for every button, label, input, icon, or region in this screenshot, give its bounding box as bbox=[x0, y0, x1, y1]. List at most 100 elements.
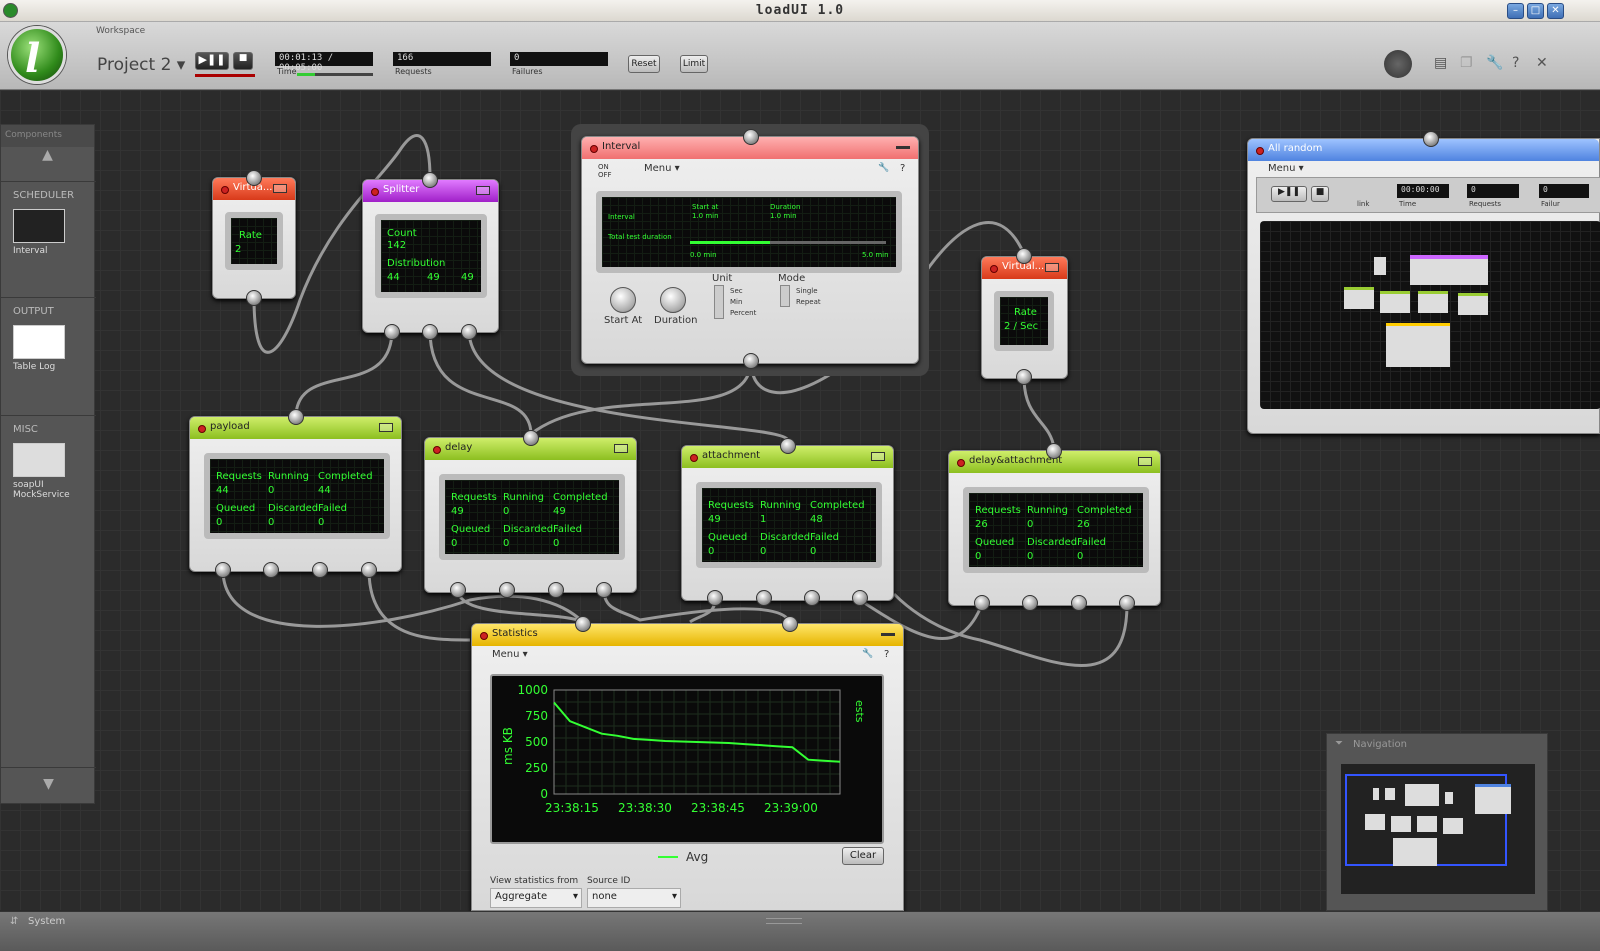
virtual-user-node-1[interactable]: Virtua... Rate 2 bbox=[212, 177, 296, 299]
output-port[interactable] bbox=[756, 590, 772, 606]
failed-value: 0 bbox=[810, 546, 817, 557]
interval-node[interactable]: Interval ON OFF Menu ▾ 🔧 ? Interval Start… bbox=[581, 136, 919, 364]
output-port[interactable] bbox=[461, 324, 477, 340]
stop-button[interactable]: ■ bbox=[233, 52, 253, 70]
statistics-menu[interactable]: Menu ▾ bbox=[492, 649, 528, 660]
scroll-up-icon[interactable]: ▲ bbox=[1, 147, 94, 163]
y-tick-label: 750 bbox=[525, 709, 548, 723]
all-random-menu[interactable]: Menu ▾ bbox=[1268, 163, 1304, 174]
interval-component[interactable] bbox=[13, 209, 65, 243]
output-port[interactable] bbox=[974, 595, 990, 611]
output-port[interactable] bbox=[246, 290, 262, 306]
splitter-node[interactable]: Splitter Count 142 Distribution 44 49 49 bbox=[362, 179, 499, 333]
input-port[interactable] bbox=[1016, 248, 1032, 264]
navigation-minimap[interactable] bbox=[1341, 764, 1535, 894]
input-port[interactable] bbox=[246, 170, 262, 186]
output-port[interactable] bbox=[1071, 595, 1087, 611]
completed-label: Completed bbox=[553, 492, 608, 503]
input-port[interactable] bbox=[523, 430, 539, 446]
input-port[interactable] bbox=[780, 438, 796, 454]
output-port[interactable] bbox=[312, 562, 328, 578]
source-id-select[interactable]: none ▾ bbox=[587, 888, 681, 908]
view-statistics-select[interactable]: Aggregate ▾ bbox=[490, 888, 582, 908]
rate-value: 2 bbox=[235, 244, 242, 255]
section-scheduler: SCHEDULER bbox=[13, 190, 75, 201]
runner-node-delay-attachment[interactable]: delay&attachment Requests Running Comple… bbox=[948, 450, 1161, 606]
output-port[interactable] bbox=[596, 582, 612, 598]
table-log-component[interactable] bbox=[13, 325, 65, 359]
close-project-icon[interactable]: ✕ bbox=[1536, 55, 1548, 71]
on-off-switch[interactable]: ON OFF bbox=[598, 163, 612, 179]
project-name-dropdown[interactable]: Project 2 ▾ bbox=[97, 55, 185, 75]
input-port[interactable] bbox=[743, 129, 759, 145]
workspace-link[interactable]: Workspace bbox=[96, 26, 145, 36]
play-pause-button[interactable]: ▶❚❚ bbox=[195, 52, 229, 70]
stop-button[interactable]: ■ bbox=[1311, 186, 1329, 202]
output-port[interactable] bbox=[852, 590, 868, 606]
components-header: Components bbox=[1, 125, 94, 147]
output-port[interactable] bbox=[450, 582, 466, 598]
output-port[interactable] bbox=[743, 353, 759, 369]
resize-handle[interactable] bbox=[766, 918, 802, 924]
output-port[interactable] bbox=[1022, 595, 1038, 611]
collapse-icon[interactable]: ⏷ bbox=[1335, 738, 1343, 749]
input-port[interactable] bbox=[422, 172, 438, 188]
output-port[interactable] bbox=[384, 324, 400, 340]
system-toggle-icon[interactable]: ⇵ bbox=[10, 916, 18, 927]
distribution-2: 49 bbox=[427, 272, 440, 283]
interval-menu[interactable]: Menu ▾ bbox=[644, 163, 680, 174]
chat-icon[interactable]: ▤ bbox=[1434, 55, 1447, 71]
virtual-user-node-2[interactable]: Virtual... Rate 2 / Sec bbox=[981, 256, 1068, 379]
mode-switch[interactable] bbox=[780, 285, 790, 307]
output-port[interactable] bbox=[1016, 369, 1032, 385]
help-icon[interactable]: ? bbox=[1512, 55, 1519, 71]
output-port[interactable] bbox=[548, 582, 564, 598]
discarded-value: 0 bbox=[760, 546, 767, 557]
input-port[interactable] bbox=[288, 409, 304, 425]
maximize-icon[interactable]: □ bbox=[1527, 3, 1544, 19]
limit-button[interactable]: Limit bbox=[680, 55, 708, 73]
unit-switch[interactable] bbox=[714, 285, 724, 319]
help-icon[interactable]: ? bbox=[900, 163, 905, 174]
node-header[interactable]: Statistics bbox=[472, 624, 903, 646]
help-icon[interactable]: ? bbox=[884, 649, 889, 660]
start-at-knob[interactable] bbox=[610, 287, 636, 313]
close-icon[interactable]: ✕ bbox=[1547, 3, 1564, 19]
run-indicator bbox=[195, 74, 255, 77]
input-port[interactable] bbox=[1046, 443, 1062, 459]
wrench-icon[interactable]: 🔧 bbox=[1486, 55, 1503, 71]
output-port[interactable] bbox=[499, 582, 515, 598]
output-port[interactable] bbox=[215, 562, 231, 578]
input-port[interactable] bbox=[575, 616, 591, 632]
output-port[interactable] bbox=[707, 590, 723, 606]
input-port[interactable] bbox=[1423, 131, 1439, 147]
runner-node-delay[interactable]: delay Requests Running Completed 49 0 49… bbox=[424, 437, 637, 593]
output-port[interactable] bbox=[1119, 595, 1135, 611]
output-port[interactable] bbox=[804, 590, 820, 606]
output-port[interactable] bbox=[422, 324, 438, 340]
node-title: attachment bbox=[702, 450, 761, 461]
failures-display: 0 bbox=[1539, 184, 1589, 198]
wrench-icon[interactable]: 🔧 bbox=[878, 163, 889, 173]
reset-button[interactable]: Reset bbox=[628, 55, 660, 73]
all-random-testcase[interactable]: All random Menu ▾ ▶❚❚ ■ link 00:00:00 Ti… bbox=[1247, 138, 1600, 434]
rate-label: Rate bbox=[1014, 307, 1037, 318]
runner-node-attachment[interactable]: attachment Requests Running Completed 49… bbox=[681, 445, 894, 601]
output-port[interactable] bbox=[263, 562, 279, 578]
scroll-down-icon[interactable]: ▼ bbox=[1, 767, 96, 792]
requests-label: Requests bbox=[975, 505, 1021, 516]
minimize-icon[interactable]: – bbox=[1507, 3, 1524, 19]
input-port[interactable] bbox=[782, 616, 798, 632]
wrench-icon[interactable]: 🔧 bbox=[862, 649, 873, 659]
output-port[interactable] bbox=[361, 562, 377, 578]
play-pause-button[interactable]: ▶❚❚ bbox=[1271, 186, 1307, 202]
mockservice-component[interactable] bbox=[13, 443, 65, 477]
failures-label: Failur bbox=[1541, 200, 1560, 208]
statistics-node[interactable]: Statistics Menu ▾ 🔧 ? 0 250 500 750 1000 23:3… bbox=[471, 623, 904, 911]
all-random-canvas[interactable] bbox=[1260, 221, 1600, 409]
time-display: 00:00:00 bbox=[1397, 184, 1449, 198]
copy-icon[interactable]: ❐ bbox=[1460, 55, 1473, 71]
clear-button[interactable]: Clear bbox=[842, 847, 884, 865]
runner-node-payload[interactable]: payload Requests Running Completed 44 0 … bbox=[189, 416, 402, 572]
duration-knob[interactable] bbox=[660, 287, 686, 313]
